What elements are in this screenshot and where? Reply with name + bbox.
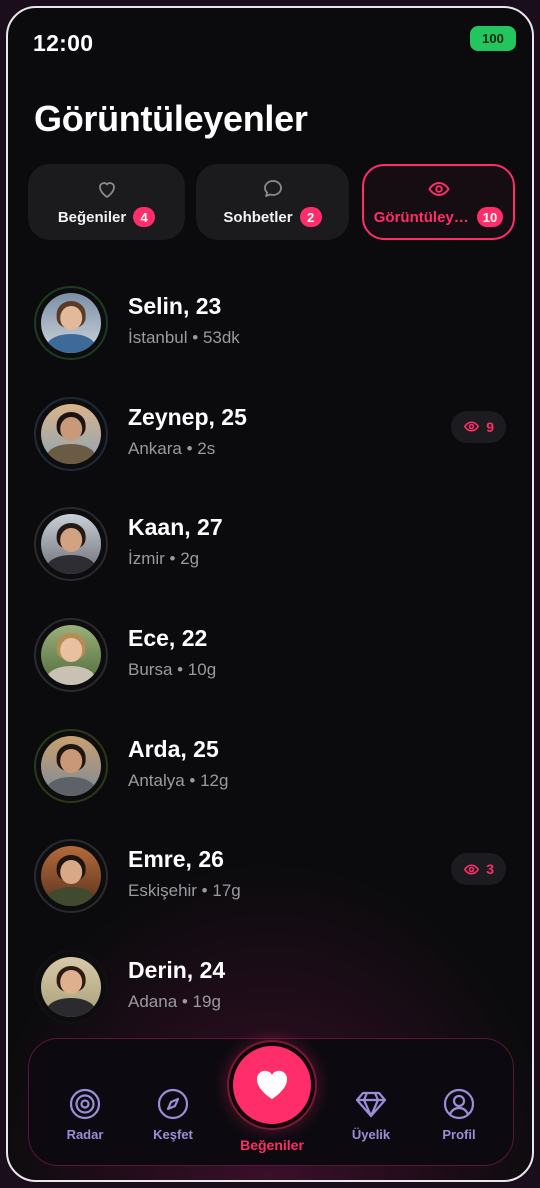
list-item[interactable]: Emre, 26 Eskişehir • 17g 3 bbox=[8, 823, 532, 934]
tab-chats[interactable]: Sohbetler 2 bbox=[196, 164, 349, 240]
view-count: 9 bbox=[486, 418, 494, 435]
nav-profile[interactable]: Profil bbox=[419, 1087, 499, 1142]
avatar bbox=[34, 728, 108, 803]
tab-bar: Beğeniler 4 Sohbetler 2 Görüntüleyenler 10 bbox=[28, 164, 516, 242]
view-count: 3 bbox=[486, 861, 494, 878]
nav-label: Profil bbox=[442, 1127, 476, 1142]
person-meta: İstanbul • 53dk bbox=[128, 328, 240, 347]
person-meta: Bursa • 10g bbox=[128, 660, 217, 680]
tab-chats-count: 2 bbox=[299, 207, 322, 227]
tab-chats-label: Sohbetler bbox=[223, 208, 293, 226]
eye-icon bbox=[427, 182, 450, 196]
compass-icon bbox=[157, 1088, 189, 1120]
avatar bbox=[34, 839, 108, 914]
page-title: Görüntüleyenler bbox=[34, 98, 308, 139]
person-meta: Ankara • 2s bbox=[128, 438, 216, 458]
person-name: Kaan, 27 bbox=[128, 514, 223, 541]
list-item[interactable]: Derin, 24 Adana • 19g bbox=[8, 934, 532, 1045]
tab-viewers-label: Görüntüleyenler bbox=[373, 208, 470, 226]
person-name: Emre, 26 bbox=[128, 846, 224, 873]
tab-likes[interactable]: Beğeniler 4 bbox=[28, 164, 185, 240]
tab-likes-count: 4 bbox=[133, 207, 156, 227]
person-meta: Eskişehir • 17g bbox=[128, 881, 241, 901]
diamond-icon bbox=[355, 1091, 387, 1118]
heart-outline-icon bbox=[98, 182, 115, 198]
nav-label: Üyelik bbox=[351, 1127, 391, 1142]
status-time: 12:00 bbox=[33, 30, 94, 56]
phone-screen: 12:00 100 Görüntüleyenler Beğeniler 4 Soh… bbox=[6, 6, 534, 1182]
status-bar: 12:00 100 bbox=[8, 8, 532, 78]
avatar bbox=[34, 618, 108, 693]
list-item[interactable]: Selin, 23 İstanbul • 53dk bbox=[8, 270, 532, 381]
view-count-badge: 9 bbox=[451, 410, 506, 443]
nav-likes-label[interactable]: Beğeniler bbox=[222, 1137, 322, 1153]
radar-icon bbox=[69, 1088, 101, 1120]
avatar bbox=[34, 286, 108, 360]
view-count-badge: 3 bbox=[451, 853, 506, 886]
person-name: Zeynep, 25 bbox=[128, 403, 247, 430]
list-item[interactable]: Kaan, 27 İzmir • 2g bbox=[8, 491, 532, 602]
tab-viewers[interactable]: Görüntüleyenler 10 bbox=[362, 164, 515, 240]
avatar bbox=[34, 396, 108, 471]
nav-label: Keşfet bbox=[153, 1127, 193, 1142]
list-item[interactable]: Arda, 25 Antalya • 12g bbox=[8, 713, 532, 824]
eye-icon bbox=[464, 864, 480, 875]
nav-membership[interactable]: Üyelik bbox=[331, 1087, 411, 1142]
bottom-nav: Radar Keşfet Beğeniler Üyelik Profil bbox=[28, 1038, 514, 1166]
eye-icon bbox=[464, 421, 480, 432]
chat-bubble-icon bbox=[263, 180, 282, 197]
person-meta: Adana • 19g bbox=[128, 992, 221, 1012]
person-meta: İzmir • 2g bbox=[128, 549, 200, 569]
tab-viewers-count: 10 bbox=[476, 207, 504, 227]
person-name: Derin, 24 bbox=[128, 957, 226, 984]
nav-explore[interactable]: Keşfet bbox=[133, 1087, 213, 1142]
nav-radar[interactable]: Radar bbox=[45, 1087, 125, 1142]
avatar bbox=[34, 507, 108, 582]
nav-label: Radar bbox=[66, 1127, 104, 1142]
tab-likes-label: Beğeniler bbox=[57, 208, 127, 226]
person-name: Ece, 22 bbox=[128, 625, 208, 652]
person-name: Arda, 25 bbox=[128, 735, 219, 762]
avatar bbox=[34, 950, 108, 1025]
battery-indicator: 100 bbox=[470, 26, 516, 51]
person-name: Selin, 23 bbox=[128, 293, 222, 319]
heart-icon bbox=[256, 1070, 288, 1099]
viewer-list: Selin, 23 İstanbul • 53dk Zeynep, 25 Ank… bbox=[8, 270, 532, 1045]
user-circle-icon bbox=[443, 1088, 475, 1120]
list-item[interactable]: Ece, 22 Bursa • 10g bbox=[8, 602, 532, 713]
list-item[interactable]: Zeynep, 25 Ankara • 2s 9 bbox=[8, 381, 532, 492]
nav-likes-button[interactable] bbox=[229, 1042, 315, 1128]
person-meta: Antalya • 12g bbox=[128, 770, 229, 790]
